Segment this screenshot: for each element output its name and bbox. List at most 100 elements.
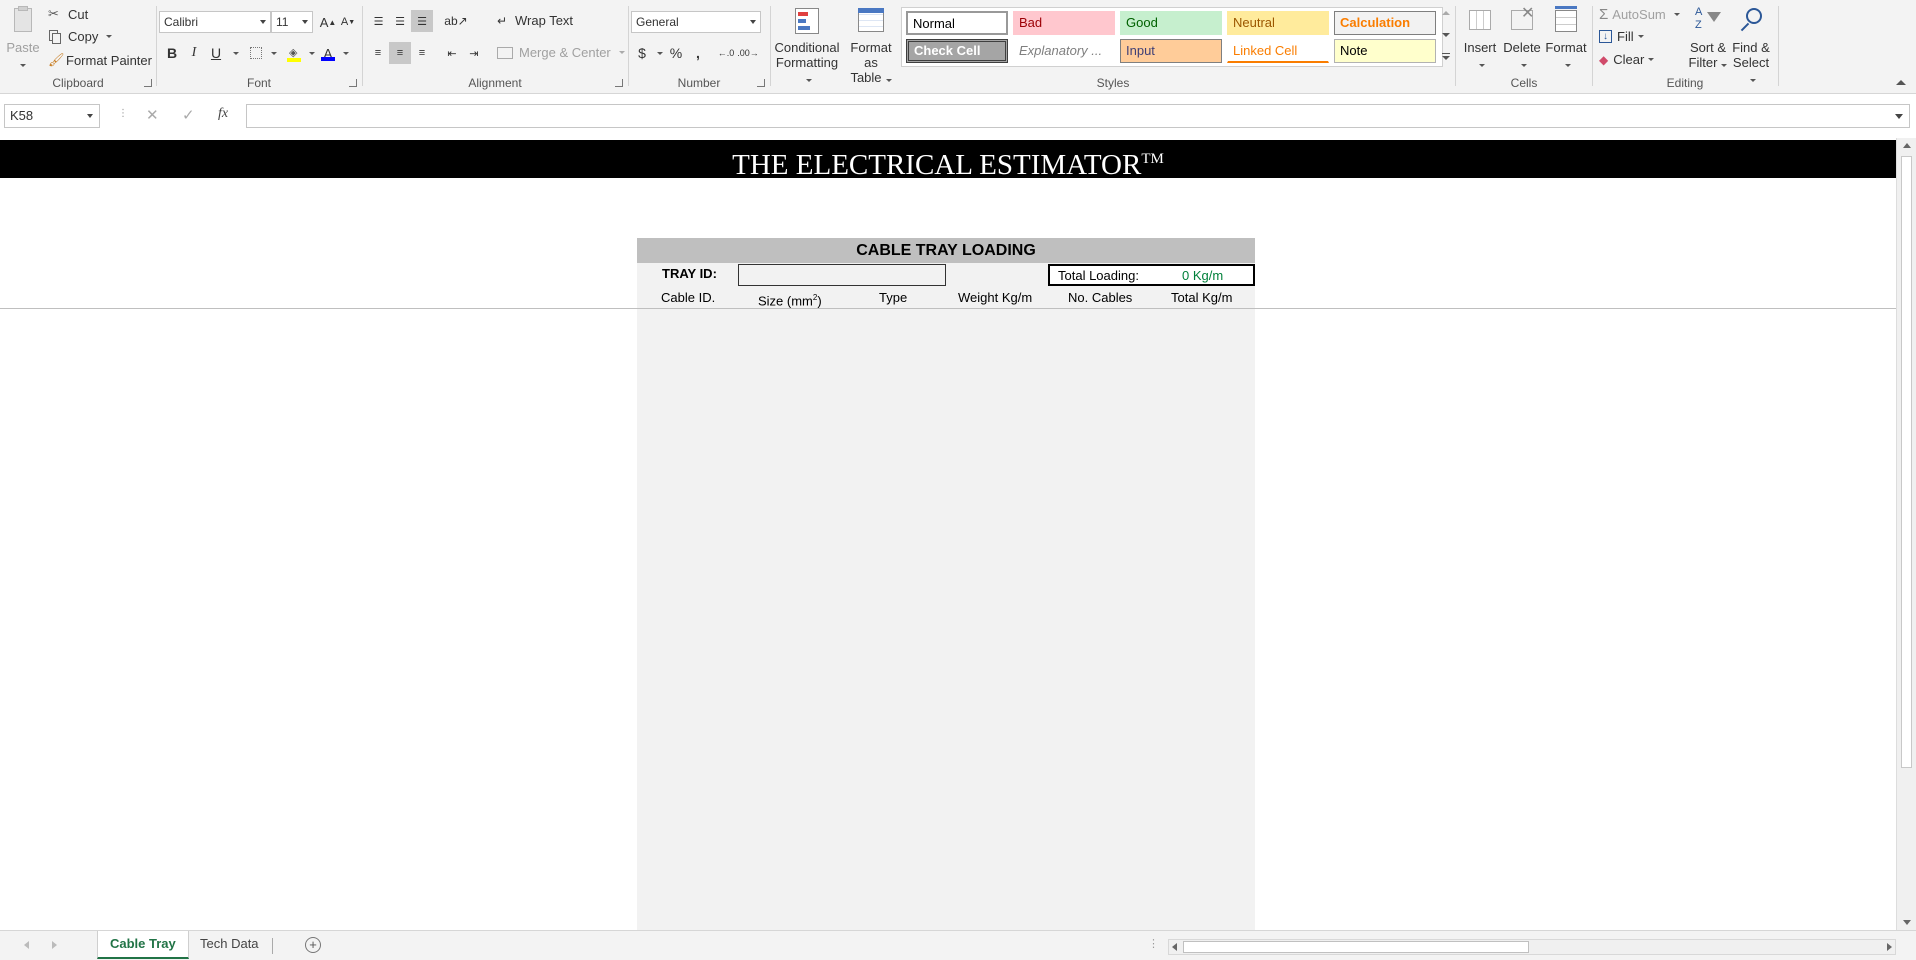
format-cells-icon <box>1551 6 1581 36</box>
expand-formula-icon[interactable] <box>1895 114 1903 119</box>
collapse-ribbon-icon[interactable] <box>1896 80 1906 85</box>
tray-id-input[interactable] <box>738 264 946 286</box>
decrease-indent-icon[interactable]: ⇤ <box>441 42 463 64</box>
autosum-button[interactable]: Σ AutoSum <box>1599 6 1680 23</box>
clipboard-launcher-icon[interactable] <box>144 79 152 87</box>
underline-button[interactable]: U <box>205 42 227 64</box>
vertical-scroll-thumb[interactable] <box>1901 156 1912 768</box>
cell-style-neutral[interactable]: Neutral <box>1227 11 1329 35</box>
delete-button[interactable]: ✕ Delete <box>1502 6 1542 70</box>
orientation-icon[interactable]: ab↗ <box>441 10 471 32</box>
cell-style-linked-cell[interactable]: Linked Cell <box>1227 39 1329 63</box>
wrap-text-button[interactable]: ↵ Wrap Text <box>497 13 573 28</box>
copy-icon <box>48 29 64 44</box>
alignment-group: ☰ ☰ ☰ ab↗ ↵ Wrap Text ≡ ≡ ≡ ⇤ ⇥ Merge & … <box>363 0 627 94</box>
enter-icon[interactable]: ✓ <box>182 106 195 124</box>
new-sheet-button[interactable]: + <box>305 937 321 953</box>
scroll-right-icon[interactable] <box>1887 943 1892 951</box>
paste-icon <box>8 6 38 36</box>
insert-function-button[interactable]: fx <box>218 106 228 122</box>
grow-font-button[interactable]: A ▲ <box>317 11 339 33</box>
cell-style-normal[interactable]: Normal <box>906 11 1008 35</box>
vertical-scrollbar[interactable] <box>1896 138 1916 930</box>
fill-button[interactable]: ↓ Fill <box>1599 29 1644 44</box>
cell-style-check-cell[interactable]: Check Cell <box>906 39 1008 63</box>
sort-filter-button[interactable]: A Z Sort & Filter <box>1687 6 1729 70</box>
tray-id-label: TRAY ID: <box>662 266 717 281</box>
fill-down-icon: ↓ <box>1599 30 1612 43</box>
percent-button[interactable]: % <box>665 42 687 64</box>
horizontal-scroll-thumb[interactable] <box>1183 941 1529 953</box>
number-launcher-icon[interactable] <box>757 79 765 87</box>
trademark-mark: TM <box>1141 151 1164 167</box>
cells-group-label: Cells <box>1510 76 1538 90</box>
scroll-down-icon[interactable] <box>1903 920 1911 925</box>
find-select-button[interactable]: Find & Select <box>1729 6 1773 85</box>
clear-button[interactable]: ◆ Clear <box>1599 52 1655 67</box>
gallery-scroll[interactable] <box>1439 7 1453 67</box>
panel-title: CABLE TRAY LOADING <box>637 238 1255 263</box>
font-launcher-icon[interactable] <box>349 79 357 87</box>
cell-style-input[interactable]: Input <box>1120 39 1222 63</box>
scroll-up-icon[interactable] <box>1903 143 1911 148</box>
font-size-select[interactable]: 11 <box>271 11 313 33</box>
decrease-decimal-icon[interactable]: .00→ <box>737 42 759 64</box>
cell-style-calculation[interactable]: Calculation <box>1334 11 1436 35</box>
borders-icon[interactable] <box>245 42 267 64</box>
copy-button[interactable]: Copy <box>48 29 113 44</box>
scroll-left-icon[interactable] <box>1172 943 1177 951</box>
column-header-cable-id: Cable ID. <box>661 290 716 305</box>
bottom-align-icon[interactable]: ☰ <box>411 10 433 32</box>
bold-button[interactable]: B <box>161 42 183 64</box>
tab-tech-data[interactable]: Tech Data <box>188 931 271 959</box>
comma-button[interactable]: , <box>687 42 709 64</box>
fill-color-icon[interactable]: ◈ <box>283 42 305 64</box>
increase-indent-icon[interactable]: ⇥ <box>463 42 485 64</box>
font-family-select[interactable]: Calibri <box>159 11 271 33</box>
cell-style-note[interactable]: Note <box>1334 39 1436 63</box>
horizontal-scrollbar[interactable] <box>1168 939 1896 955</box>
format-as-table-button[interactable]: Format as Table <box>843 6 899 85</box>
currency-button[interactable]: $ <box>631 42 653 64</box>
editing-group: Σ AutoSum ↓ Fill ◆ Clear A Z Sort & Filt… <box>1593 0 1777 94</box>
cancel-icon[interactable]: ✕ <box>146 106 159 124</box>
total-loading-box: Total Loading: 0 Kg/m <box>1048 264 1255 286</box>
increase-decimal-icon[interactable]: ←.0 <box>715 42 737 64</box>
clipboard-group-label: Clipboard <box>52 76 104 90</box>
column-header-weight: Weight Kg/m <box>958 290 1033 305</box>
tab-split-grip[interactable]: ⋮ <box>1148 937 1159 950</box>
conditional-formatting-button[interactable]: Conditional Formatting <box>773 6 841 85</box>
top-align-icon[interactable]: ☰ <box>367 10 389 32</box>
format-cells-button[interactable]: Format <box>1544 6 1588 70</box>
magnifier-icon <box>1736 6 1766 36</box>
prev-sheet-icon[interactable] <box>24 941 29 949</box>
middle-align-icon[interactable]: ☰ <box>389 10 411 32</box>
number-format-select[interactable]: General <box>631 11 761 33</box>
name-box[interactable]: K58 <box>4 104 100 128</box>
styles-group: Conditional Formatting Format as Table N… <box>771 0 1455 94</box>
merge-center-button[interactable]: Merge & Center <box>497 45 625 60</box>
italic-button[interactable]: I <box>183 42 205 64</box>
editing-group-label: Editing <box>1666 76 1704 90</box>
formula-input[interactable] <box>246 104 1910 128</box>
font-color-icon[interactable]: A <box>317 42 339 64</box>
cell-style-bad[interactable]: Bad <box>1013 11 1115 35</box>
worksheet[interactable]: THE ELECTRICAL ESTIMATORTM CABLE TRAY LO… <box>0 138 1896 930</box>
format-painter-button[interactable]: 🖌 Format Painter <box>48 52 152 68</box>
align-right-icon[interactable]: ≡ <box>411 42 433 64</box>
insert-button[interactable]: Insert <box>1460 6 1500 70</box>
tab-cable-tray[interactable]: Cable Tray <box>97 931 189 959</box>
cell-styles-gallery: Normal Bad Good Neutral Calculation Check Cel… <box>901 7 1443 67</box>
align-left-icon[interactable]: ≡ <box>367 42 389 64</box>
conditional-formatting-icon <box>792 6 822 36</box>
next-sheet-icon[interactable] <box>52 941 57 949</box>
cut-button[interactable]: ✂ Cut <box>48 6 88 22</box>
align-center-icon[interactable]: ≡ <box>389 42 411 64</box>
paste-button[interactable]: Paste <box>6 6 40 70</box>
cell-style-good[interactable]: Good <box>1120 11 1222 35</box>
cell-style-explanatory[interactable]: Explanatory ... <box>1013 39 1115 63</box>
shrink-font-button[interactable]: A ▼ <box>337 11 359 33</box>
number-group: General $ % , ←.0 .00→ Number <box>629 0 769 94</box>
alignment-group-label: Alignment <box>468 76 522 90</box>
alignment-launcher-icon[interactable] <box>615 79 623 87</box>
